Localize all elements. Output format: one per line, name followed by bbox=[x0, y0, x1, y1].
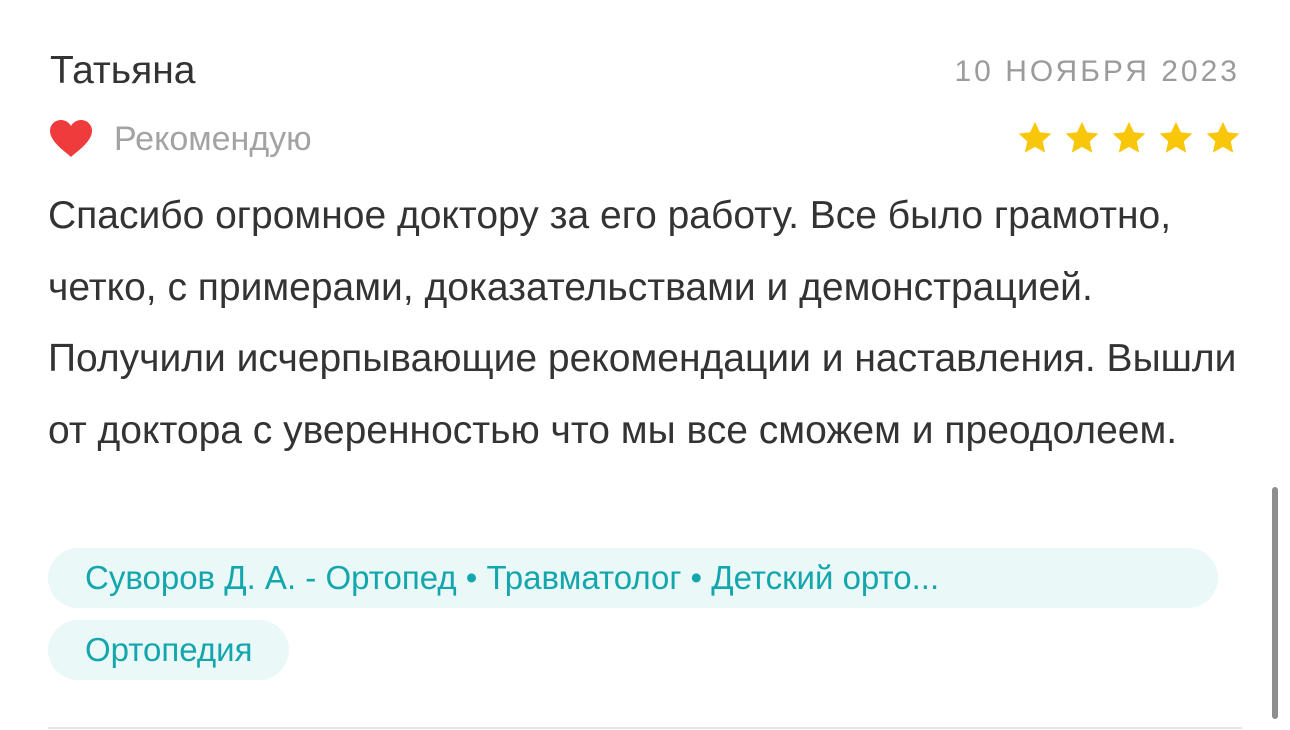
specialty-tag[interactable]: Ортопедия bbox=[48, 620, 290, 680]
scrollbar[interactable] bbox=[1272, 487, 1278, 719]
rating-stars bbox=[1016, 119, 1242, 157]
star-icon bbox=[1159, 121, 1193, 153]
star-icon bbox=[1206, 121, 1240, 153]
heart-icon bbox=[50, 120, 92, 157]
doctor-tag[interactable]: Суворов Д. А. - Ортопед • Травматолог • … bbox=[48, 548, 1218, 608]
divider bbox=[48, 727, 1242, 729]
review-date: 10 НОЯБРЯ 2023 bbox=[954, 55, 1240, 88]
star-icon bbox=[1065, 121, 1099, 153]
review-card: Татьяна 10 НОЯБРЯ 2023 Рекомендую Спасиб… bbox=[48, 0, 1242, 730]
review-text: Спасибо огромное доктору за его работу. … bbox=[48, 194, 1237, 452]
recommend-label: Рекомендую bbox=[114, 119, 312, 158]
star-icon bbox=[1112, 121, 1146, 153]
recommend-indicator: Рекомендую bbox=[48, 116, 312, 162]
review-author: Татьяна bbox=[50, 49, 196, 92]
star-icon bbox=[1018, 121, 1052, 153]
